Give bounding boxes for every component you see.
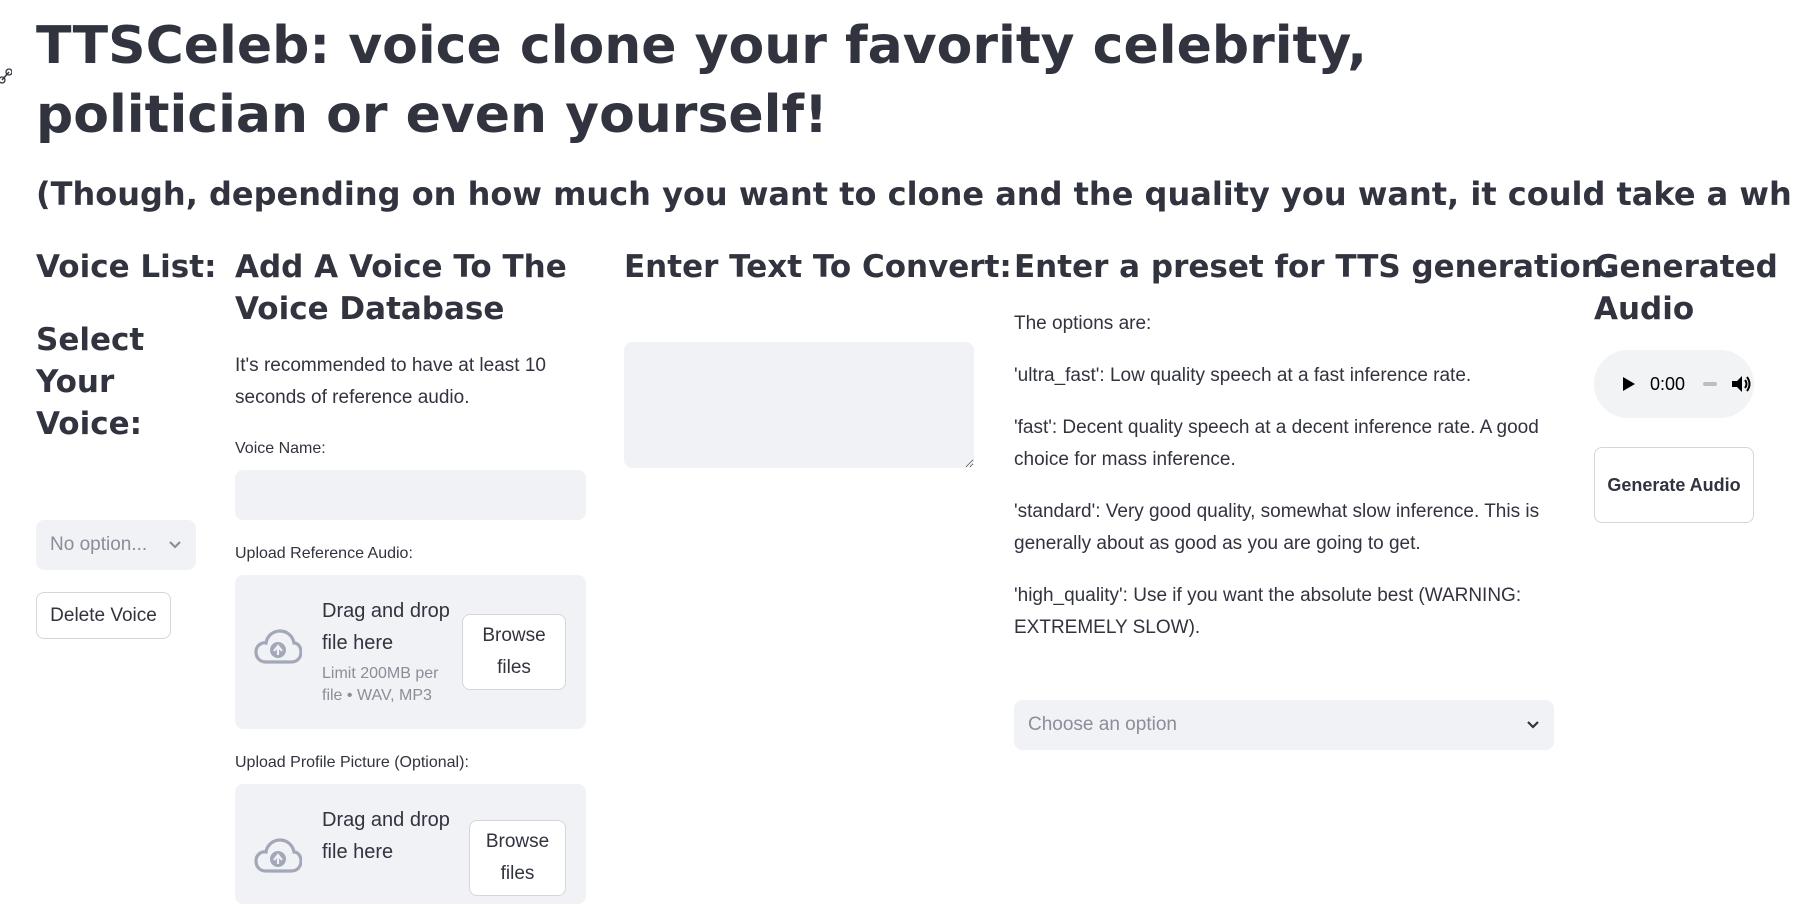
browse-picture-button[interactable]: Browse files: [469, 820, 566, 896]
upload-picture-label: Upload Profile Picture (Optional):: [235, 754, 469, 771]
select-voice-heading: Select Your Voice:: [36, 322, 145, 442]
browse-audio-button[interactable]: Browse files: [462, 614, 566, 690]
audio-time: 0:00: [1650, 373, 1686, 394]
cloud-upload-icon: [254, 629, 302, 664]
preset-option-fast: 'fast': Decent quality speech at a decen…: [1014, 417, 1539, 470]
upload-audio-label: Upload Reference Audio:: [235, 545, 413, 562]
audio-dropzone[interactable]: Drag and drop file here Limit 200MB per …: [235, 575, 586, 729]
picture-drag-text: Drag and drop file here: [322, 809, 450, 863]
delete-voice-button[interactable]: Delete Voice: [36, 592, 171, 639]
preset-select[interactable]: Choose an option: [1014, 700, 1554, 750]
preset-select-value: Choose an option: [1028, 714, 1177, 735]
voice-select[interactable]: No option...: [36, 520, 196, 570]
text-input-heading: Enter Text To Convert:: [624, 249, 1012, 285]
generate-audio-button[interactable]: Generate Audio: [1594, 447, 1754, 523]
play-icon[interactable]: [1622, 376, 1636, 392]
preset-option-ultra-fast: 'ultra_fast': Low quality speech at a fa…: [1014, 365, 1472, 386]
chevron-down-icon: [169, 541, 181, 549]
audio-progress-bar[interactable]: [1703, 382, 1718, 386]
picture-dropzone[interactable]: Drag and drop file here Browse files: [235, 784, 586, 904]
chevron-down-icon: [1527, 721, 1539, 729]
voice-name-input[interactable]: [235, 470, 586, 520]
voice-list-heading: Voice List:: [36, 249, 217, 285]
audio-limit-text: Limit 200MB per file • WAV, MP3: [322, 665, 439, 704]
text-to-convert-textarea[interactable]: [624, 342, 974, 468]
page-title: TTSCeleb: voice clone your favority cele…: [36, 16, 1368, 145]
add-voice-heading: Add A Voice To The Voice Database: [235, 249, 567, 327]
link-icon[interactable]: [0, 66, 12, 86]
cloud-upload-icon: [254, 838, 302, 873]
preset-option-high-quality: 'high_quality': Use if you want the abso…: [1014, 585, 1522, 638]
volume-icon[interactable]: [1731, 374, 1753, 394]
preset-heading: Enter a preset for TTS generation.: [1014, 249, 1615, 285]
preset-intro: The options are:: [1014, 313, 1152, 334]
generated-audio-heading: Generated Audio: [1594, 249, 1778, 327]
page-subtitle: (Though, depending on how much you want …: [36, 175, 1794, 213]
preset-option-standard: 'standard': Very good quality, somewhat …: [1014, 501, 1540, 554]
add-voice-description: It's recommended to have at least 10 sec…: [235, 355, 546, 408]
voice-name-label: Voice Name:: [235, 440, 326, 457]
voice-select-value: No option...: [50, 534, 148, 555]
audio-drag-text: Drag and drop file here: [322, 600, 450, 654]
audio-player[interactable]: 0:00: [1594, 350, 1754, 418]
